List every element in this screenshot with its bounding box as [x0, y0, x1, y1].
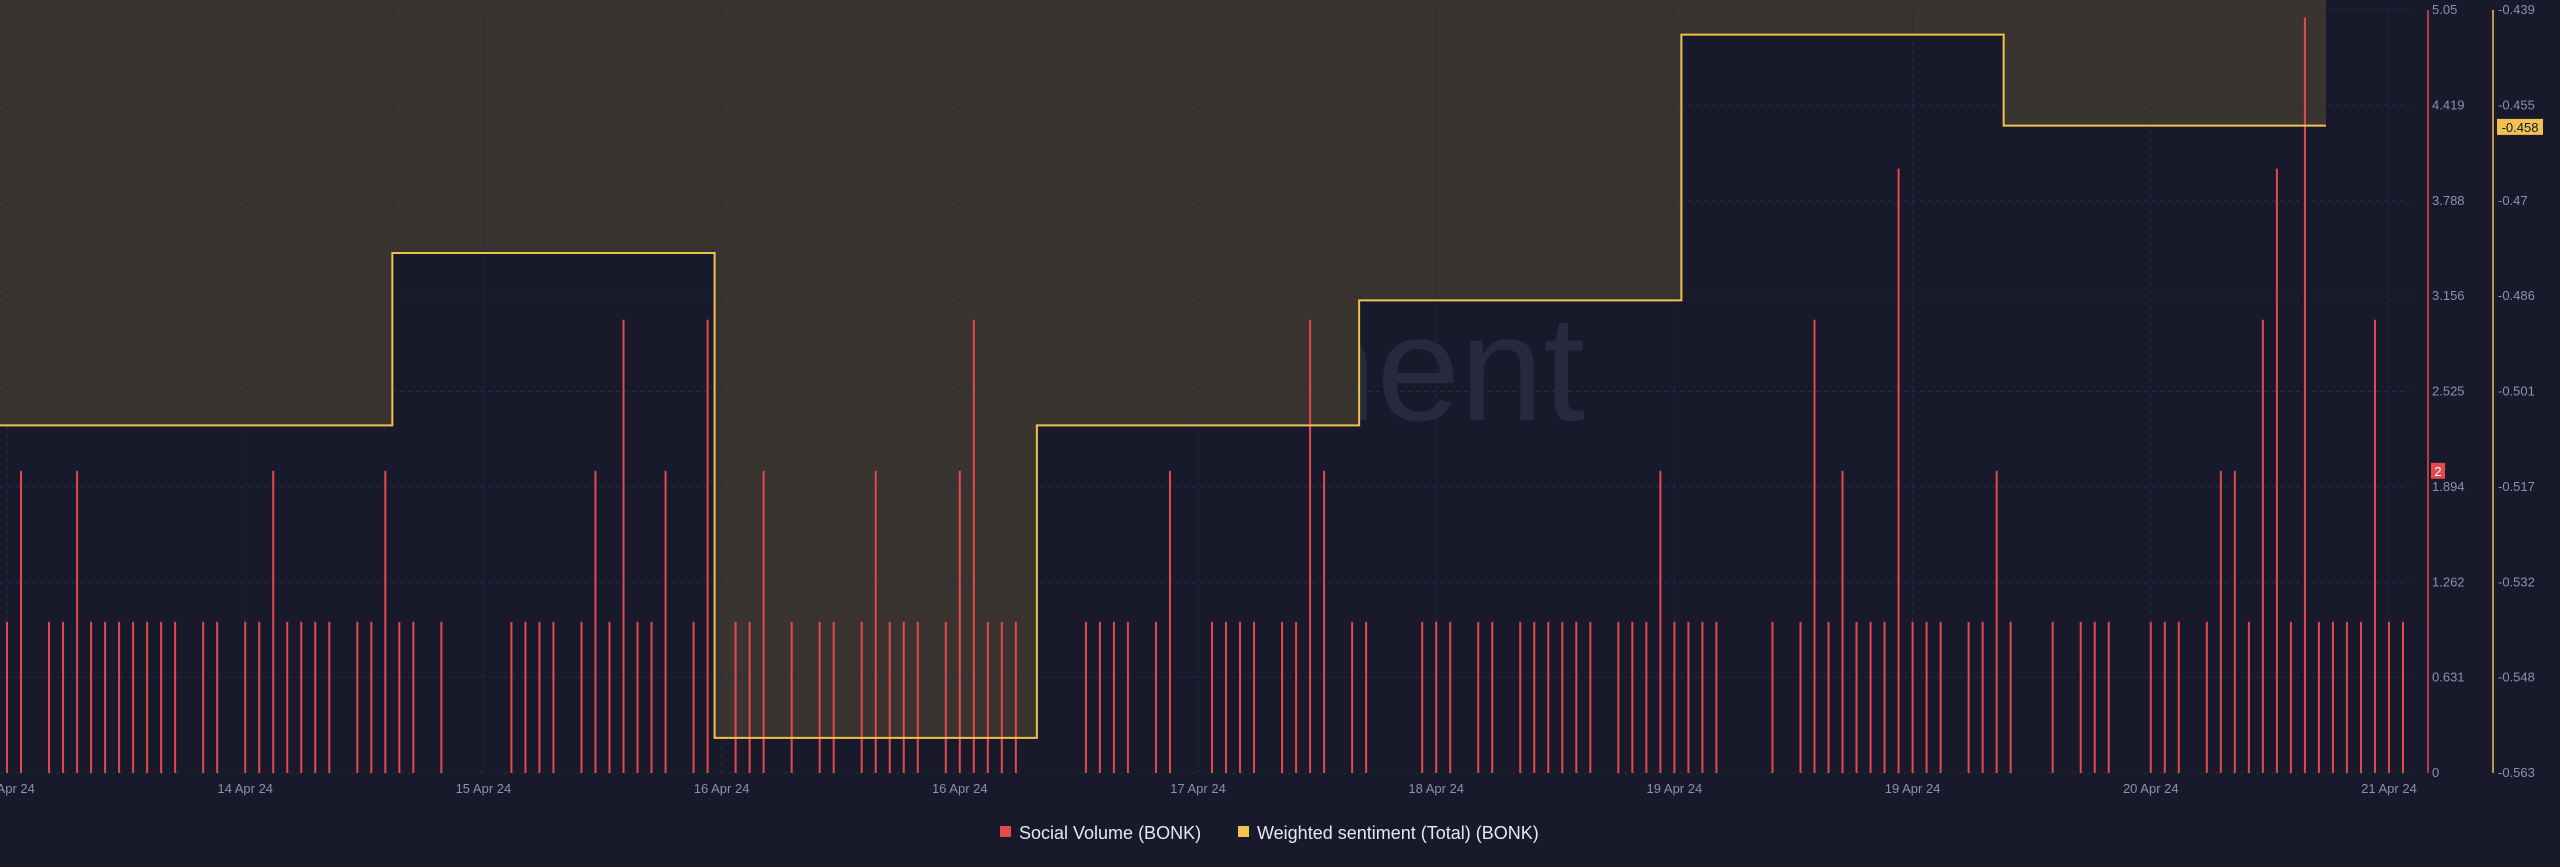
volume-badge-label: 2 — [2434, 464, 2441, 479]
x-tick-label: 21 Apr 24 — [2361, 781, 2417, 796]
right-y-tick-label: -0.532 — [2498, 574, 2535, 589]
right-y-tick-label: -0.47 — [2498, 193, 2528, 208]
sentiment-fill-segment — [2003, 0, 2326, 126]
left-y-tick-label: 2.525 — [2432, 384, 2465, 399]
chart-root: santiment 13 Apr 2414 Apr 2415 Apr 2416 … — [0, 0, 2560, 867]
left-y-tick-label: 4.419 — [2432, 97, 2465, 112]
x-tick-label: 16 Apr 24 — [694, 781, 750, 796]
right-y-axis-ticks: -0.563 -0.548 -0.532 -0.517 -0.501 -0.486 -0.4… — [2498, 2, 2535, 780]
legend-swatch-weighted-sentiment — [1238, 826, 1249, 837]
right-y-tick-label: -0.455 — [2498, 97, 2535, 112]
right-y-tick-label: -0.501 — [2498, 384, 2535, 399]
legend-swatch-social-volume — [1000, 826, 1011, 837]
x-tick-label: 15 Apr 24 — [456, 781, 512, 796]
sentiment-fill-segment — [1681, 0, 2004, 35]
right-y-tick-label: -0.563 — [2498, 765, 2535, 780]
x-tick-label: 16 Apr 24 — [932, 781, 988, 796]
sentiment-badge-label: -0.458 — [2502, 120, 2539, 135]
right-y-tick-label: -0.517 — [2498, 479, 2535, 494]
legend: Social Volume (BONK) Weighted sentiment (… — [1000, 823, 1539, 843]
right-y-tick-label: -0.548 — [2498, 670, 2535, 685]
sentiment-fill-segment — [0, 0, 393, 426]
x-tick-label: 18 Apr 24 — [1408, 781, 1464, 796]
left-y-tick-label: 5.05 — [2432, 2, 2457, 17]
left-y-tick-label: 3.156 — [2432, 288, 2465, 303]
x-tick-label: 17 Apr 24 — [1170, 781, 1226, 796]
x-tick-label: 13 Apr 24 — [0, 781, 35, 796]
legend-label-weighted-sentiment: Weighted sentiment (Total) (BONK) — [1257, 823, 1539, 843]
right-y-tick-label: -0.439 — [2498, 2, 2535, 17]
legend-label-social-volume: Social Volume (BONK) — [1019, 823, 1201, 843]
x-tick-label: 20 Apr 24 — [2123, 781, 2179, 796]
left-y-tick-label: 1.894 — [2432, 479, 2465, 494]
x-tick-label: 19 Apr 24 — [1647, 781, 1703, 796]
chart-svg: santiment 13 Apr 2414 Apr 2415 Apr 2416 … — [0, 0, 2543, 843]
left-y-axis-ticks: 0 0.631 1.262 1.894 2.525 3.156 3.788 4.419 5.05 — [2432, 2, 2465, 780]
right-y-tick-label: -0.486 — [2498, 288, 2535, 303]
sentiment-fill-segment — [1359, 0, 1682, 301]
left-y-tick-label: 3.788 — [2432, 193, 2465, 208]
x-axis-ticks: 13 Apr 24 14 Apr 24 15 Apr 24 16 Apr 24 16 A… — [0, 781, 2417, 796]
left-y-tick-label: 0 — [2432, 765, 2439, 780]
x-tick-label: 14 Apr 24 — [217, 781, 273, 796]
sentiment-fill-area — [0, 0, 2326, 738]
sentiment-fill-segment — [392, 0, 715, 254]
left-y-tick-label: 0.631 — [2432, 670, 2465, 685]
left-y-tick-label: 1.262 — [2432, 574, 2465, 589]
x-tick-label: 19 Apr 24 — [1885, 781, 1941, 796]
